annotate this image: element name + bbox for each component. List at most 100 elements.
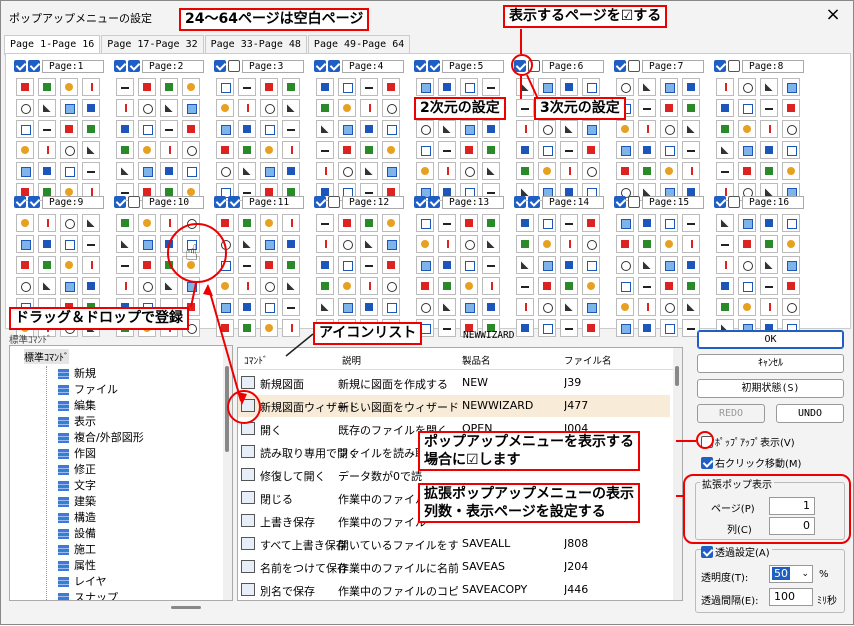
command-icon[interactable]: [338, 277, 356, 295]
command-icon[interactable]: [82, 214, 100, 232]
page-enable-checkbox[interactable]: [14, 60, 26, 72]
tree-scrollbar[interactable]: [223, 346, 232, 600]
command-icon[interactable]: [238, 99, 256, 117]
list-scrollbar[interactable]: [673, 348, 682, 600]
right-click-option[interactable]: 右クリック移動(M): [701, 455, 801, 470]
command-icon[interactable]: [338, 214, 356, 232]
command-icon[interactable]: [682, 298, 700, 316]
command-icon[interactable]: [382, 214, 400, 232]
col-file[interactable]: ファイル名: [564, 353, 612, 367]
tree-item[interactable]: 複合/外部図形: [58, 430, 144, 446]
command-icon[interactable]: [760, 99, 778, 117]
command-icon[interactable]: [316, 78, 334, 96]
command-icon[interactable]: [460, 162, 478, 180]
page-show-checkbox[interactable]: [128, 60, 140, 72]
command-icon[interactable]: [260, 256, 278, 274]
command-icon[interactable]: [138, 120, 156, 138]
command-icon[interactable]: [38, 99, 56, 117]
command-icon[interactable]: [38, 277, 56, 295]
command-icon[interactable]: [416, 256, 434, 274]
command-icon[interactable]: [160, 99, 178, 117]
command-icon[interactable]: [538, 120, 556, 138]
command-icon[interactable]: [116, 214, 134, 232]
command-icon[interactable]: [438, 78, 456, 96]
command-icon[interactable]: [260, 99, 278, 117]
command-icon[interactable]: [538, 298, 556, 316]
command-icon[interactable]: [782, 256, 800, 274]
command-icon[interactable]: [760, 141, 778, 159]
command-icon[interactable]: [738, 141, 756, 159]
command-icon[interactable]: [682, 141, 700, 159]
command-icon[interactable]: [60, 141, 78, 159]
command-icon[interactable]: [360, 277, 378, 295]
page-label[interactable]: Page:2: [142, 59, 204, 73]
command-tree[interactable]: 標準ｺﾏﾝﾄﾞ 新規 ファイル 編集 表示 複合/外部図形 作図 修正 文字 建築 構造 設備 施工属…: [9, 345, 233, 601]
page-show-checkbox[interactable]: [628, 60, 640, 72]
command-icon[interactable]: [438, 277, 456, 295]
command-icon[interactable]: [582, 298, 600, 316]
command-icon[interactable]: [782, 214, 800, 232]
command-icon[interactable]: [138, 277, 156, 295]
command-icon[interactable]: [38, 78, 56, 96]
command-icon[interactable]: [538, 277, 556, 295]
command-icon[interactable]: [238, 235, 256, 253]
right-click-checkbox[interactable]: [701, 456, 713, 469]
command-icon[interactable]: [682, 99, 700, 117]
command-icon[interactable]: [660, 298, 678, 316]
command-icon[interactable]: [482, 120, 500, 138]
command-icon[interactable]: [238, 78, 256, 96]
command-icon[interactable]: [282, 99, 300, 117]
command-icon[interactable]: [16, 120, 34, 138]
command-icon[interactable]: [482, 298, 500, 316]
command-icon[interactable]: [438, 235, 456, 253]
command-icon[interactable]: [282, 319, 300, 337]
tree-hscroll-thumb[interactable]: [171, 606, 201, 609]
command-icon[interactable]: [738, 162, 756, 180]
page-label[interactable]: Page:4: [342, 59, 404, 73]
tree-item[interactable]: 表示: [58, 414, 96, 430]
transparency-checkbox[interactable]: [701, 545, 713, 558]
command-icon[interactable]: [316, 256, 334, 274]
command-icon[interactable]: [260, 235, 278, 253]
command-icon[interactable]: [282, 120, 300, 138]
page-enable-checkbox[interactable]: [414, 196, 426, 208]
command-icon[interactable]: [782, 235, 800, 253]
command-icon[interactable]: [38, 256, 56, 274]
command-icon[interactable]: [138, 214, 156, 232]
command-icon[interactable]: [260, 277, 278, 295]
command-icon[interactable]: [782, 298, 800, 316]
page-enable-checkbox[interactable]: [214, 196, 226, 208]
page-enable-checkbox[interactable]: [114, 60, 126, 72]
cancel-button[interactable]: ｷｬﾝｾﾙ: [697, 354, 844, 373]
command-icon[interactable]: [738, 120, 756, 138]
transparency-option[interactable]: 透過設定(A): [701, 544, 772, 559]
command-icon[interactable]: [316, 120, 334, 138]
command-icon[interactable]: [660, 120, 678, 138]
command-icon[interactable]: [482, 214, 500, 232]
command-icon[interactable]: [482, 256, 500, 274]
command-icon[interactable]: [438, 120, 456, 138]
command-icon[interactable]: [638, 235, 656, 253]
tree-item[interactable]: 作図: [58, 446, 96, 462]
command-icon[interactable]: [82, 277, 100, 295]
command-icon[interactable]: [716, 235, 734, 253]
command-icon[interactable]: [116, 162, 134, 180]
command-icon[interactable]: [238, 277, 256, 295]
command-icon[interactable]: [782, 78, 800, 96]
command-icon[interactable]: [616, 256, 634, 274]
command-icon[interactable]: [238, 120, 256, 138]
command-icon[interactable]: [738, 277, 756, 295]
command-icon[interactable]: [60, 277, 78, 295]
command-icon[interactable]: [182, 99, 200, 117]
command-icon[interactable]: [660, 214, 678, 232]
page-show-checkbox[interactable]: [128, 196, 140, 208]
command-icon[interactable]: [616, 298, 634, 316]
page-enable-checkbox[interactable]: [314, 196, 326, 208]
page-label[interactable]: Page:1: [42, 59, 104, 73]
command-icon[interactable]: [116, 277, 134, 295]
tree-item[interactable]: 新規: [58, 366, 96, 382]
command-icon[interactable]: [338, 235, 356, 253]
command-icon[interactable]: [216, 120, 234, 138]
command-icon[interactable]: [260, 141, 278, 159]
command-icon[interactable]: [460, 235, 478, 253]
